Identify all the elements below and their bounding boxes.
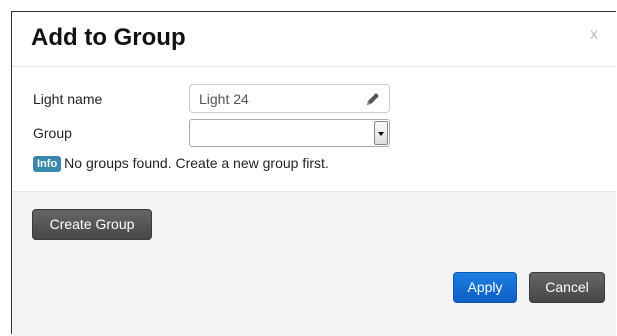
- dialog-body: Light name Light 24 Group Info No groups …: [12, 67, 616, 191]
- light-name-input[interactable]: Light 24: [189, 84, 390, 113]
- apply-button[interactable]: Apply: [453, 272, 517, 303]
- group-label: Group: [33, 125, 72, 141]
- light-name-value: Light 24: [199, 91, 249, 107]
- pencil-icon[interactable]: [364, 90, 382, 108]
- info-badge: Info: [33, 156, 62, 172]
- dialog-footer: Create Group Apply Cancel: [12, 191, 616, 336]
- create-group-button[interactable]: Create Group: [32, 209, 152, 240]
- dialog-header: Add to Group x: [12, 12, 616, 67]
- group-select[interactable]: [189, 119, 390, 147]
- close-button[interactable]: x: [590, 26, 598, 44]
- info-line: Info No groups found. Create a new group …: [33, 155, 329, 172]
- chevron-down-icon[interactable]: [374, 121, 388, 145]
- dialog-title: Add to Group: [31, 24, 186, 51]
- cancel-button[interactable]: Cancel: [529, 272, 605, 303]
- info-message: No groups found. Create a new group firs…: [64, 155, 329, 171]
- add-to-group-dialog: Add to Group x Light name Light 24 Group…: [11, 11, 616, 336]
- light-name-label: Light name: [33, 91, 103, 107]
